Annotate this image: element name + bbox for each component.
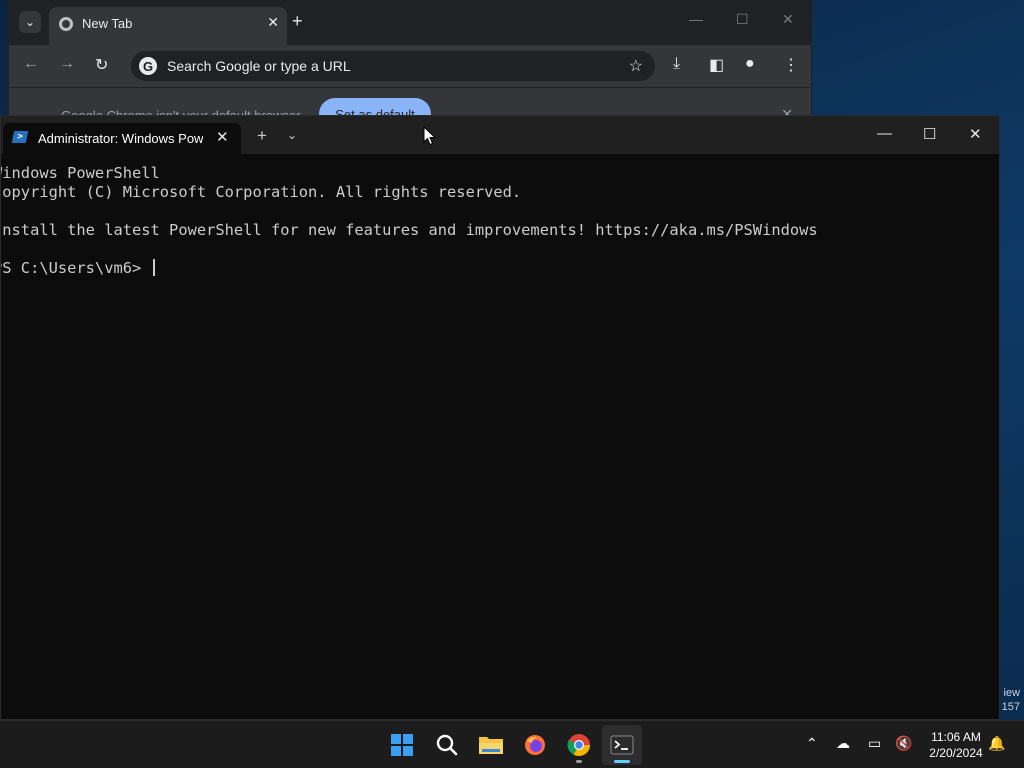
- console-output[interactable]: Windows PowerShell Copyright (C) Microso…: [1, 154, 999, 719]
- onedrive-offline-icon[interactable]: ☁: [836, 735, 850, 752]
- close-tab-icon[interactable]: ✕: [216, 128, 229, 146]
- minimize-icon[interactable]: —: [877, 125, 892, 142]
- omnibox-placeholder: Search Google or type a URL: [167, 58, 351, 74]
- chrome-tab-strip: ⌄ New Tab ✕ + — ☐ ✕: [9, 1, 811, 45]
- windows-logo-icon: [391, 734, 413, 756]
- console-line: Install the latest PowerShell for new fe…: [1, 221, 818, 239]
- side-panel-icon[interactable]: ◧: [709, 55, 724, 75]
- firefox-icon: [525, 735, 545, 755]
- close-tab-icon[interactable]: ✕: [267, 14, 279, 31]
- file-explorer-button[interactable]: [471, 725, 511, 765]
- powershell-icon: >: [11, 131, 29, 143]
- terminal-button[interactable]: [602, 725, 642, 765]
- console-line: Windows PowerShell: [1, 164, 160, 182]
- close-window-icon[interactable]: ✕: [969, 125, 982, 143]
- wallpaper-watermark: iew 157: [1001, 687, 1020, 713]
- close-window-icon[interactable]: ✕: [782, 11, 794, 28]
- new-tab-button[interactable]: +: [257, 126, 267, 146]
- terminal-tab[interactable]: > Administrator: Windows PowerShell ✕: [3, 123, 241, 154]
- forward-arrow-icon[interactable]: →: [59, 55, 75, 73]
- chrome-tab-title: New Tab: [82, 16, 133, 31]
- back-arrow-icon[interactable]: ←: [23, 55, 39, 73]
- clock-time: 11:06 AM: [931, 730, 981, 744]
- start-button[interactable]: [382, 725, 422, 765]
- network-icon[interactable]: ▭: [868, 735, 881, 752]
- search-button[interactable]: [427, 725, 467, 765]
- maximize-icon[interactable]: ☐: [736, 11, 749, 28]
- profile-avatar-icon[interactable]: ●: [745, 55, 755, 73]
- maximize-icon[interactable]: ☐: [923, 125, 936, 143]
- text-cursor: [152, 259, 155, 276]
- volume-muted-icon[interactable]: 🔇: [895, 735, 912, 752]
- clock[interactable]: 11:06 AM 2/20/2024: [918, 729, 994, 761]
- search-icon: [436, 734, 458, 756]
- prompt-text: PS C:\Users\vm6>: [1, 259, 151, 277]
- active-indicator: [614, 760, 630, 763]
- taskbar: ⌃ ☁ ▭ 🔇 11:06 AM 2/20/2024 🔔: [0, 720, 1024, 768]
- minimize-icon[interactable]: —: [689, 11, 703, 27]
- folder-icon: [479, 737, 503, 754]
- reload-icon[interactable]: ↻: [95, 55, 108, 75]
- terminal-icon: [610, 735, 634, 755]
- clock-date: 2/20/2024: [929, 746, 983, 760]
- chrome-icon: [567, 734, 590, 756]
- chevron-down-icon[interactable]: ⌄: [287, 128, 297, 142]
- chrome-window: ⌄ New Tab ✕ + — ☐ ✕ ← → ↻ G Search Googl…: [8, 0, 812, 132]
- omnibox[interactable]: G Search Google or type a URL ☆: [131, 51, 655, 81]
- chrome-toolbar: ← → ↻ G Search Google or type a URL ☆ ⤓ …: [9, 45, 811, 87]
- tab-search-button[interactable]: ⌄: [19, 11, 41, 33]
- prompt-line: PS C:\Users\vm6>: [1, 259, 155, 278]
- terminal-window: > Administrator: Windows PowerShell ✕ + …: [0, 115, 1000, 720]
- kebab-menu-icon[interactable]: ⋮: [783, 55, 799, 75]
- console-line: Copyright (C) Microsoft Corporation. All…: [1, 183, 522, 201]
- new-tab-button[interactable]: +: [292, 11, 303, 32]
- google-g-icon: G: [139, 57, 157, 75]
- running-indicator: [576, 760, 582, 763]
- terminal-titlebar[interactable]: > Administrator: Windows PowerShell ✕ + …: [1, 116, 999, 154]
- chrome-tab-new-tab[interactable]: New Tab ✕: [49, 7, 287, 45]
- mouse-pointer-icon: [423, 126, 437, 146]
- notification-bell-icon[interactable]: 🔔: [988, 735, 1005, 752]
- chrome-button[interactable]: [559, 725, 599, 765]
- bookmark-star-icon[interactable]: ☆: [629, 56, 643, 76]
- terminal-tab-title: Administrator: Windows PowerShell: [38, 131, 203, 146]
- firefox-button[interactable]: [515, 725, 555, 765]
- chrome-favicon-icon: [59, 17, 73, 31]
- download-icon[interactable]: ⤓: [673, 55, 680, 73]
- show-hidden-icons-chevron-up-icon[interactable]: ⌃: [806, 735, 818, 752]
